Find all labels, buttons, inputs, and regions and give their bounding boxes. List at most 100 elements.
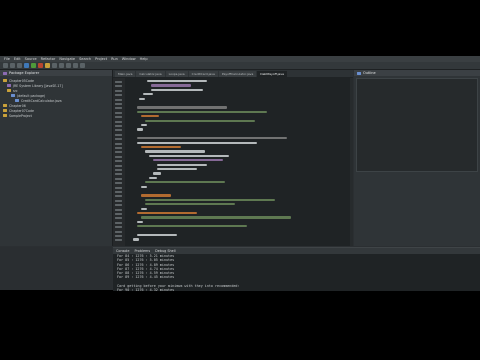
editor-tab-label: DebtPayoff.java — [260, 72, 284, 76]
code-line — [137, 225, 247, 228]
menu-file[interactable]: File — [4, 57, 10, 61]
editor-scrollbar[interactable] — [350, 78, 353, 246]
code-area[interactable] — [113, 78, 353, 246]
code-line — [143, 93, 153, 96]
code-editor: Main.java Calculator.java Loops.java Cre… — [113, 70, 353, 246]
tab-debug-shell[interactable]: Debug Shell — [155, 249, 176, 253]
code-line — [153, 159, 223, 162]
line-number — [115, 182, 122, 185]
tree-item[interactable]: SampleProject — [3, 113, 109, 118]
editor-tab[interactable]: PayoffCalculator.java — [218, 71, 257, 77]
forward-icon[interactable] — [80, 63, 85, 68]
outline-icon — [357, 71, 361, 75]
code-line — [149, 176, 157, 179]
editor-tab-label: CreditCard.java — [191, 72, 215, 76]
editor-tab[interactable]: Calculator.java — [136, 71, 165, 77]
tree-item-label: JRE System Library [JavaSE-17] — [13, 83, 63, 88]
code-line — [137, 212, 197, 215]
code-line — [145, 198, 275, 201]
code-line — [157, 163, 207, 166]
code-line — [145, 119, 255, 122]
line-number — [115, 103, 122, 105]
console-line: For 90 : 1276 : 4.32 minutes — [117, 288, 175, 293]
menu-run[interactable]: Run — [111, 57, 118, 61]
package-icon — [11, 94, 15, 97]
line-number — [115, 138, 122, 141]
line-number — [115, 116, 122, 119]
outline-title: Outline — [363, 71, 376, 75]
tree-item-label: Chapter07Code — [9, 108, 34, 113]
editor-tab-label: PayoffCalculator.java — [221, 72, 254, 76]
line-number — [115, 125, 122, 127]
new-java-project-icon[interactable] — [45, 63, 50, 68]
code-line — [137, 234, 177, 237]
line-number — [115, 155, 122, 158]
menu-source[interactable]: Source — [25, 57, 37, 61]
code-line — [137, 106, 227, 109]
code-line — [145, 181, 225, 184]
code-line — [139, 97, 145, 100]
editor-tab[interactable]: CreditCard.java — [188, 71, 218, 77]
code-line — [141, 124, 147, 127]
menu-help[interactable]: Help — [140, 57, 148, 61]
line-number — [115, 186, 122, 189]
code-line — [149, 154, 229, 157]
package-explorer-icon — [3, 71, 7, 75]
outline-panel: Outline — [354, 70, 480, 246]
folder-icon — [7, 89, 11, 92]
code-line — [147, 80, 207, 83]
run-icon[interactable] — [31, 63, 36, 68]
tab-problems[interactable]: Problems — [134, 249, 150, 253]
editor-tab-label: Calculator.java — [139, 72, 162, 76]
save-icon[interactable] — [10, 63, 15, 68]
search-icon[interactable] — [66, 63, 71, 68]
print-icon[interactable] — [17, 63, 22, 68]
toolbar — [0, 62, 480, 70]
line-number — [115, 81, 122, 83]
code-line — [151, 84, 191, 87]
line-number — [115, 204, 122, 207]
editor-tab-bar: Main.java Calculator.java Loops.java Cre… — [113, 70, 353, 77]
package-explorer-panel: Package Explorer Chapter05Code JRE Syste… — [0, 70, 113, 246]
code-line — [141, 115, 159, 118]
code-line — [137, 220, 143, 223]
debug-icon[interactable] — [24, 63, 29, 68]
line-number — [115, 191, 122, 193]
code-line — [157, 168, 197, 171]
tree-item-label: Chapter05Code — [9, 78, 34, 83]
tree-item-label: CreditCardCalculator.java — [21, 98, 62, 103]
editor-tab-active[interactable]: DebtPayoff.java — [257, 71, 287, 77]
tree-item-label: SampleProject — [9, 113, 32, 118]
menu-search[interactable]: Search — [79, 57, 91, 61]
menu-refactor[interactable]: Refactor — [41, 57, 56, 61]
line-number — [115, 235, 122, 237]
project-icon — [3, 114, 7, 117]
line-number — [115, 221, 122, 224]
new-icon[interactable] — [3, 63, 8, 68]
outline-tab[interactable]: Outline — [354, 70, 480, 76]
line-number — [115, 160, 122, 163]
tab-console[interactable]: Console — [116, 249, 129, 253]
outline-content — [356, 78, 478, 172]
code-line — [137, 137, 287, 140]
menu-window[interactable]: Window — [122, 57, 136, 61]
editor-tab[interactable]: Loops.java — [165, 71, 188, 77]
stop-icon[interactable] — [38, 63, 43, 68]
java-file-icon — [15, 99, 19, 102]
line-number — [115, 226, 122, 229]
menu-project[interactable]: Project — [95, 57, 107, 61]
back-icon[interactable] — [73, 63, 78, 68]
library-icon — [7, 84, 11, 87]
line-number — [115, 230, 122, 233]
new-package-icon[interactable] — [52, 63, 57, 68]
line-number — [115, 177, 122, 180]
code-line — [145, 150, 205, 153]
menu-edit[interactable]: Edit — [14, 57, 21, 61]
tree-item-label: Chapter06 — [9, 103, 26, 108]
project-icon — [3, 79, 7, 82]
code-line — [137, 110, 267, 113]
code-line — [141, 146, 181, 149]
menu-navigate[interactable]: Navigate — [59, 57, 75, 61]
new-class-icon[interactable] — [59, 63, 64, 68]
editor-tab[interactable]: Main.java — [115, 71, 136, 77]
